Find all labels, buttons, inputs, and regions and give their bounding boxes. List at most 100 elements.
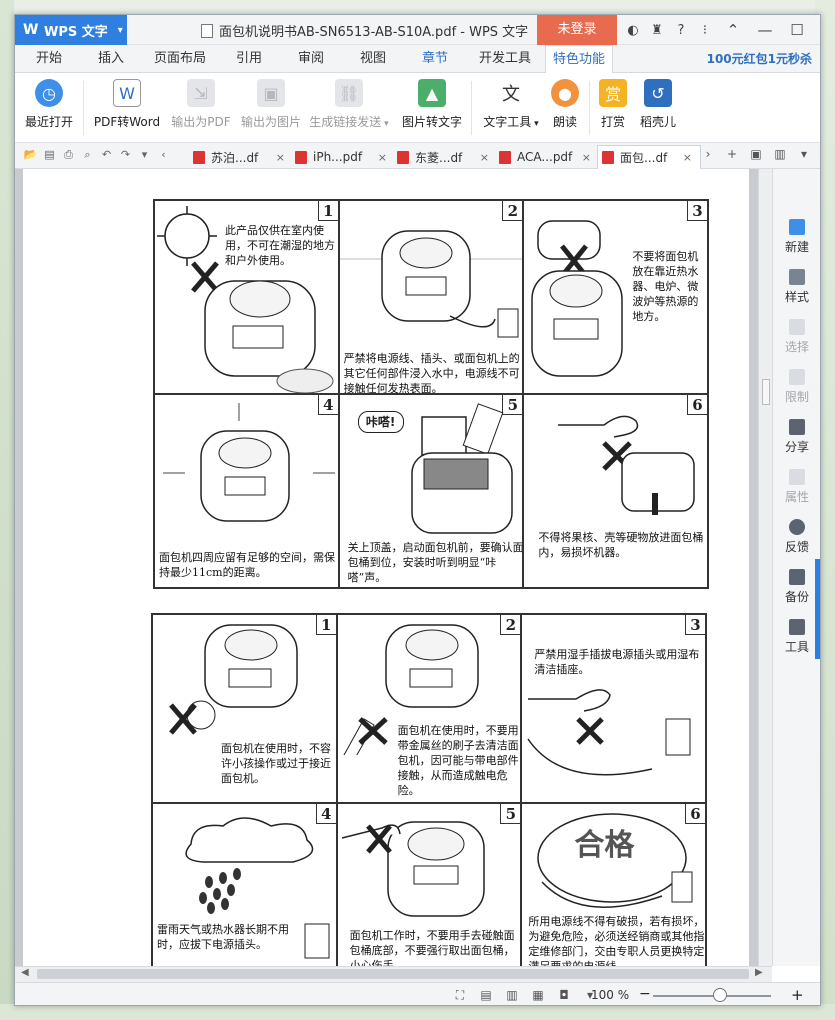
reward-button[interactable]: 赏 打赏 (595, 79, 631, 130)
properties-icon (789, 469, 805, 485)
image-to-text-icon: ▲ (418, 79, 446, 107)
close-icon[interactable]: × (378, 151, 387, 164)
close-icon[interactable]: × (582, 151, 591, 164)
separator (471, 81, 472, 135)
side-share-button[interactable]: 分享 (773, 419, 820, 455)
zoom-out-button[interactable]: − (639, 986, 651, 1002)
scroll-left-icon[interactable]: ◀ (21, 967, 29, 978)
print-icon[interactable]: ⎙ (59, 148, 78, 162)
export-image-button[interactable]: ▣ 输出为图片 (239, 79, 303, 130)
export-pdf-button[interactable]: ⇲ 输出为PDF (169, 79, 233, 130)
tab-view-icon[interactable]: ▥ (768, 147, 792, 161)
login-button[interactable]: 未登录 (537, 15, 617, 45)
document-area[interactable]: 1 此产品仅供在室内使用，不可在潮湿的地方和户外使用。 2 严禁将电源线、插头、… (15, 169, 772, 966)
daoke-icon: ↺ (644, 79, 672, 107)
doc-tab[interactable]: ACA...pdf × (495, 145, 599, 169)
vertical-scrollbar[interactable] (758, 169, 772, 966)
read-aloud-button[interactable]: ● 朗读 (547, 79, 583, 130)
maximize-button[interactable]: ☐ (781, 21, 813, 39)
tab-references[interactable]: 引用 (225, 45, 273, 73)
panel-collapse-handle[interactable] (815, 559, 820, 659)
minimize-button[interactable]: — (749, 21, 781, 39)
safety-panel-2: 1 面包机在使用时，不容许小孩操作或过于接近面包机。 2 面包机在使用时，不要用… (151, 613, 707, 966)
zoom-in-button[interactable]: + (791, 986, 804, 1004)
hot-pan-illustration (341, 821, 485, 917)
doc-tab-active[interactable]: 面包...df × (597, 145, 701, 169)
page-view-icon[interactable]: ▤ (473, 988, 499, 1003)
select-icon (789, 319, 805, 335)
collapse-ribbon-icon[interactable]: ⌃ (717, 21, 749, 39)
cell-caption: 面包机四周应留有足够的空间，需保持最少11cm的距离。 (159, 551, 335, 579)
tab-special-features[interactable]: 特色功能 (545, 45, 613, 73)
link-icon: ⛓ (335, 79, 363, 107)
side-new-button[interactable]: 新建 (773, 219, 820, 255)
panel1-cell-4: 4 面包机四周应留有足够的空间，需保持最少11cm的距离。 (154, 394, 339, 588)
microphone-icon: ● (551, 79, 579, 107)
tab-view[interactable]: 视图 (349, 45, 397, 73)
cell-caption: 不要将面包机放在靠近热水器、电炉、微波炉等热源的地方。 (632, 250, 699, 323)
scrollbar-thumb[interactable] (37, 969, 749, 979)
outline-view-icon[interactable]: ▥ (499, 988, 525, 1003)
promo-link[interactable]: 100元红包1元秒杀 (707, 45, 812, 73)
preview-icon[interactable]: ⌕ (78, 148, 97, 162)
panel1-cell-1: 1 此产品仅供在室内使用，不可在潮湿的地方和户外使用。 (154, 200, 339, 394)
app-menu-button[interactable]: W WPS 文字 ▾ (15, 15, 127, 45)
pdf-to-word-button[interactable]: W PDF转Word (91, 79, 163, 130)
close-icon[interactable]: × (480, 151, 489, 164)
tab-chapter[interactable]: 章节 (411, 45, 459, 73)
side-restrict-button[interactable]: 限制 (773, 369, 820, 405)
tab-list-icon[interactable]: ▣ (744, 147, 768, 161)
web-view-icon[interactable]: ▦ (525, 988, 551, 1003)
fullscreen-icon[interactable]: ⛶ (447, 988, 473, 1003)
tab-strip-actions: › + ▣ ▥ ▾ (696, 147, 816, 161)
side-style-button[interactable]: 样式 (773, 269, 820, 305)
side-backup-button[interactable]: 备份 (773, 569, 820, 605)
scroll-right-icon[interactable]: ▶ (755, 967, 763, 978)
close-icon[interactable]: × (683, 151, 692, 164)
close-icon[interactable]: × (276, 151, 285, 164)
protect-view-icon[interactable]: ◘ (551, 988, 577, 1003)
view-mode-buttons: ⛶ ▤ ▥ ▦ ◘ ▾ (447, 988, 603, 1003)
side-properties-button[interactable]: 属性 (773, 469, 820, 505)
doc-tab[interactable]: 东菱...df × (393, 145, 497, 169)
tab-menu-icon[interactable]: ▾ (792, 147, 816, 161)
close-button[interactable]: ✕ (813, 21, 820, 39)
recent-button[interactable]: ◷ 最近打开 (21, 79, 77, 130)
horizontal-scrollbar[interactable]: ◀ ▶ (15, 966, 772, 982)
more-icon[interactable]: ⁝ (693, 23, 717, 38)
tab-page-layout[interactable]: 页面布局 (145, 45, 215, 73)
open-icon[interactable]: 📂 (21, 148, 40, 162)
chevron-right-icon[interactable]: › (696, 147, 720, 161)
skin-icon[interactable]: ◐ (621, 23, 645, 38)
side-feedback-button[interactable]: 反馈 (773, 519, 820, 555)
text-tools-button[interactable]: 文 文字工具 ▾ (479, 79, 543, 130)
side-label: 新建 (784, 240, 809, 254)
tab-start[interactable]: 开始 (25, 45, 73, 73)
scrollbar-thumb[interactable] (762, 379, 770, 405)
daoke-button[interactable]: ↺ 稻壳儿 (635, 79, 681, 130)
chevron-down-icon[interactable]: ▾ (135, 148, 154, 162)
side-label: 限制 (784, 390, 809, 404)
doc-tab[interactable]: 苏泊...df × (189, 145, 293, 169)
new-tab-icon[interactable]: + (720, 147, 744, 161)
undo-icon[interactable]: ↶ (97, 148, 116, 162)
tab-developer[interactable]: 开发工具 (473, 45, 537, 73)
tab-review[interactable]: 审阅 (287, 45, 335, 73)
share-icon (789, 419, 805, 435)
side-tools-button[interactable]: 工具 (773, 619, 820, 655)
side-select-button[interactable]: 选择 (773, 319, 820, 355)
shirt-icon[interactable]: ♜ (645, 23, 669, 38)
recent-label: 最近打开 (24, 115, 73, 129)
zoom-slider[interactable] (653, 995, 771, 997)
doc-tab[interactable]: iPh...pdf × (291, 145, 395, 169)
image-to-text-button[interactable]: ▲ 图片转文字 (399, 79, 465, 130)
share-link-button[interactable]: ⛓ 生成链接发送 ▾ (309, 79, 389, 130)
save-icon[interactable]: ▤ (40, 148, 59, 162)
zoom-slider-knob[interactable] (713, 988, 727, 1002)
chevron-left-icon[interactable]: ‹ (154, 148, 173, 162)
help-icon[interactable]: ? (669, 23, 693, 38)
socket-icon (304, 923, 330, 959)
tab-insert[interactable]: 插入 (87, 45, 135, 73)
redo-icon[interactable]: ↷ (116, 148, 135, 162)
zoom-level[interactable]: 100 % (591, 988, 629, 1002)
